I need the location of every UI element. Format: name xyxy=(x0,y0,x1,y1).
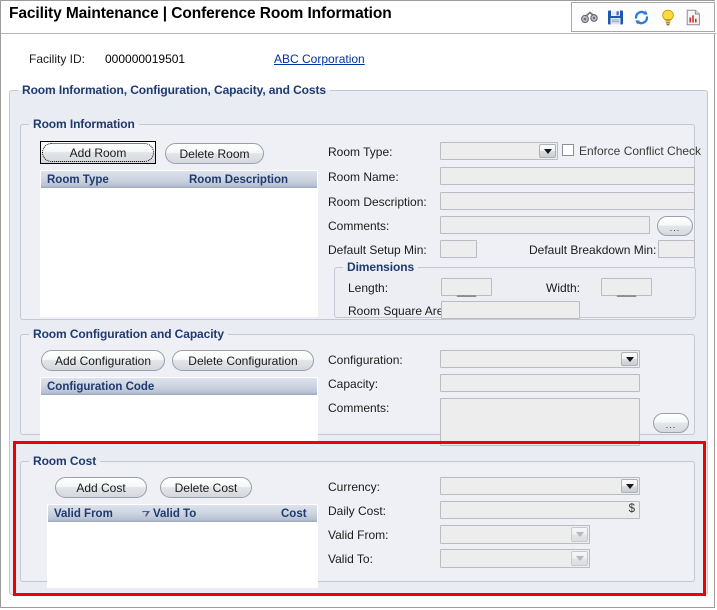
currency-label: Currency: xyxy=(328,480,381,494)
add-configuration-button-label: Add Configuration xyxy=(54,353,152,368)
default-setup-min-label: Default Setup Min: xyxy=(328,243,427,257)
room-list-body[interactable] xyxy=(41,188,317,317)
room-type-select[interactable] xyxy=(440,142,558,160)
capacity-input[interactable] xyxy=(440,374,640,392)
chevron-down-icon[interactable] xyxy=(621,352,638,366)
configuration-list-body[interactable] xyxy=(41,395,317,442)
add-configuration-button[interactable]: Add Configuration xyxy=(41,350,165,371)
room-name-label: Room Name: xyxy=(328,170,399,184)
daily-cost-input[interactable] xyxy=(440,501,640,519)
configuration-select[interactable] xyxy=(440,350,640,368)
room-square-area-input[interactable] xyxy=(441,301,580,319)
cost-list-grid[interactable]: Valid From Valid To Cost xyxy=(47,504,318,588)
add-room-button[interactable]: Add Room xyxy=(40,141,156,164)
delete-configuration-button-label: Delete Configuration xyxy=(188,353,298,368)
room-comments-expand-label: ... xyxy=(669,223,681,233)
capacity-label: Capacity: xyxy=(328,377,379,391)
room-list-grid[interactable]: Room Type Room Description xyxy=(40,170,318,317)
valid-to-date-picker[interactable] xyxy=(440,549,590,568)
add-cost-button[interactable]: Add Cost xyxy=(55,477,147,498)
chevron-down-icon[interactable] xyxy=(571,551,588,566)
delete-room-button-label: Delete Room xyxy=(179,146,250,161)
room-comments-expand-button[interactable]: ... xyxy=(657,216,693,236)
save-icon[interactable] xyxy=(606,8,625,27)
configuration-comments-expand-label: ... xyxy=(665,420,677,430)
length-mask: ___ xyxy=(457,283,476,297)
lightbulb-icon[interactable] xyxy=(658,8,677,27)
refresh-icon[interactable] xyxy=(632,8,651,27)
facility-identification-row: Facility ID: 000000019501 ABC Corporatio… xyxy=(1,49,716,73)
configuration-comments-label: Comments: xyxy=(328,401,390,415)
room-comments-label: Comments: xyxy=(328,219,390,233)
valid-from-label: Valid From: xyxy=(328,528,389,542)
enforce-conflict-check-checkbox[interactable] xyxy=(562,144,574,156)
room-square-area-label: Room Square Area: xyxy=(348,304,454,318)
daily-cost-currency-symbol: $ xyxy=(628,503,635,515)
room-configuration-capacity-group: Room Configuration and Capacity Add Conf… xyxy=(20,327,695,446)
room-cost-group: Room Cost Add Cost Delete Cost Valid Fro… xyxy=(20,454,695,588)
dimensions-group: Dimensions Length: ___ Width: ___ Room S… xyxy=(334,260,696,319)
room-information-legend: Room Information xyxy=(33,117,135,131)
delete-room-button[interactable]: Delete Room xyxy=(165,143,264,164)
application-window: Facility Maintenance | Conference Room I… xyxy=(0,0,716,608)
enforce-conflict-check-label: Enforce Conflict Check xyxy=(579,144,702,158)
report-icon[interactable] xyxy=(684,8,703,27)
room-information-configuration-capacity-costs-group: Room Information, Configuration, Capacit… xyxy=(9,83,708,595)
title-bar: Facility Maintenance | Conference Room I… xyxy=(1,1,716,34)
room-configuration-legend: Room Configuration and Capacity xyxy=(33,327,224,341)
cost-list-body[interactable] xyxy=(48,522,317,588)
delete-cost-button[interactable]: Delete Cost xyxy=(160,477,252,498)
facility-id-label: Facility ID: xyxy=(29,52,86,66)
column-room-type[interactable]: Room Type xyxy=(47,174,109,186)
configuration-list-header: Configuration Code xyxy=(41,378,317,395)
configuration-comments-expand-button[interactable]: ... xyxy=(653,413,689,433)
delete-configuration-button[interactable]: Delete Configuration xyxy=(172,350,314,371)
room-list-header: Room Type Room Description xyxy=(41,171,317,188)
room-description-label: Room Description: xyxy=(328,195,427,209)
room-type-label: Room Type: xyxy=(328,145,393,159)
configuration-label: Configuration: xyxy=(328,353,403,367)
toolbar xyxy=(571,2,715,32)
outer-group-legend: Room Information, Configuration, Capacit… xyxy=(22,83,326,97)
chevron-down-icon[interactable] xyxy=(539,144,556,158)
facility-id-value: 000000019501 xyxy=(105,52,186,66)
valid-from-date-picker[interactable] xyxy=(440,525,590,544)
delete-cost-button-label: Delete Cost xyxy=(174,480,238,495)
room-name-input[interactable] xyxy=(440,167,695,185)
sort-descending-icon xyxy=(142,510,150,517)
default-setup-min-input[interactable] xyxy=(440,240,477,258)
chevron-down-icon[interactable] xyxy=(621,479,638,493)
default-breakdown-min-label: Default Breakdown Min: xyxy=(529,243,657,257)
column-cost[interactable]: Cost xyxy=(281,508,307,520)
chevron-down-icon[interactable] xyxy=(571,527,588,542)
configuration-list-grid[interactable]: Configuration Code xyxy=(40,377,318,442)
room-information-group: Room Information Add Room Delete Room Ro… xyxy=(20,117,701,320)
configuration-comments-textarea[interactable] xyxy=(440,398,640,446)
length-label: Length: xyxy=(348,281,389,295)
add-room-button-label: Add Room xyxy=(69,145,127,160)
width-label: Width: xyxy=(546,281,581,295)
currency-select[interactable] xyxy=(440,477,640,495)
width-mask: ___ xyxy=(617,283,636,297)
room-cost-legend: Room Cost xyxy=(33,454,97,468)
daily-cost-field[interactable]: $ xyxy=(440,501,640,519)
dimensions-legend: Dimensions xyxy=(347,260,415,274)
default-breakdown-min-input[interactable] xyxy=(658,240,695,258)
column-room-description[interactable]: Room Description xyxy=(189,174,288,186)
column-configuration-code[interactable]: Configuration Code xyxy=(47,381,154,393)
page-title: Facility Maintenance | Conference Room I… xyxy=(9,5,392,22)
binoculars-icon[interactable] xyxy=(580,8,599,27)
cost-list-header: Valid From Valid To Cost xyxy=(48,505,317,522)
room-description-input[interactable] xyxy=(440,192,695,210)
column-valid-to[interactable]: Valid To xyxy=(153,508,196,520)
valid-to-label: Valid To: xyxy=(328,552,373,566)
daily-cost-label: Daily Cost: xyxy=(328,504,387,518)
room-comments-input[interactable] xyxy=(440,216,650,234)
organization-link[interactable]: ABC Corporation xyxy=(274,52,365,66)
add-cost-button-label: Add Cost xyxy=(76,480,126,495)
column-valid-from[interactable]: Valid From xyxy=(54,508,113,520)
